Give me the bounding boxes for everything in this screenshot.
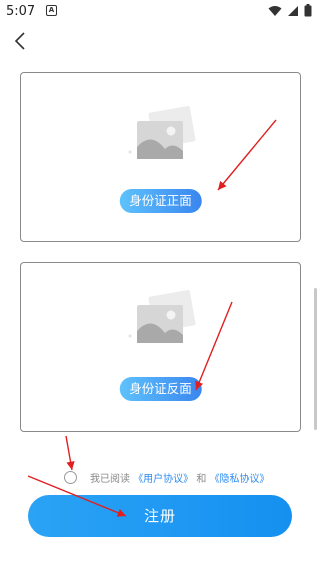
- agreement-prefix: 我已阅读: [90, 473, 130, 485]
- chevron-left-icon: [14, 32, 25, 50]
- id-back-label[interactable]: 身份证反面: [119, 377, 202, 401]
- status-icons: [268, 4, 312, 17]
- privacy-agreement-link[interactable]: 《隐私协议》: [210, 474, 270, 485]
- image-placeholder-icon: [128, 289, 195, 343]
- id-back-upload-card[interactable]: 身份证反面: [20, 262, 301, 432]
- id-front-upload-card[interactable]: 身份证正面: [20, 72, 301, 242]
- agreement-text: 我已阅读 《用户协议》 和 《隐私协议》: [90, 470, 270, 485]
- battery-icon: [304, 4, 312, 17]
- agreement-connector: 和: [196, 473, 207, 485]
- agreement-row: 我已阅读 《用户协议》 和 《隐私协议》: [64, 468, 270, 486]
- status-time: 5:07: [6, 4, 36, 19]
- arrow-to-radio: [65, 435, 75, 471]
- image-placeholder-icon: [128, 105, 195, 159]
- id-front-label[interactable]: 身份证正面: [119, 189, 202, 213]
- wifi-icon: [268, 5, 282, 16]
- scrollbar[interactable]: [314, 288, 317, 430]
- status-bar: 5:07 A: [0, 0, 320, 24]
- cellular-signal-icon: [288, 5, 298, 16]
- agreement-radio[interactable]: [64, 470, 77, 484]
- notification-a-icon: A: [46, 5, 57, 16]
- user-agreement-link[interactable]: 《用户协议》: [133, 474, 193, 485]
- register-button[interactable]: 注册: [28, 495, 292, 537]
- back-button[interactable]: [10, 30, 32, 52]
